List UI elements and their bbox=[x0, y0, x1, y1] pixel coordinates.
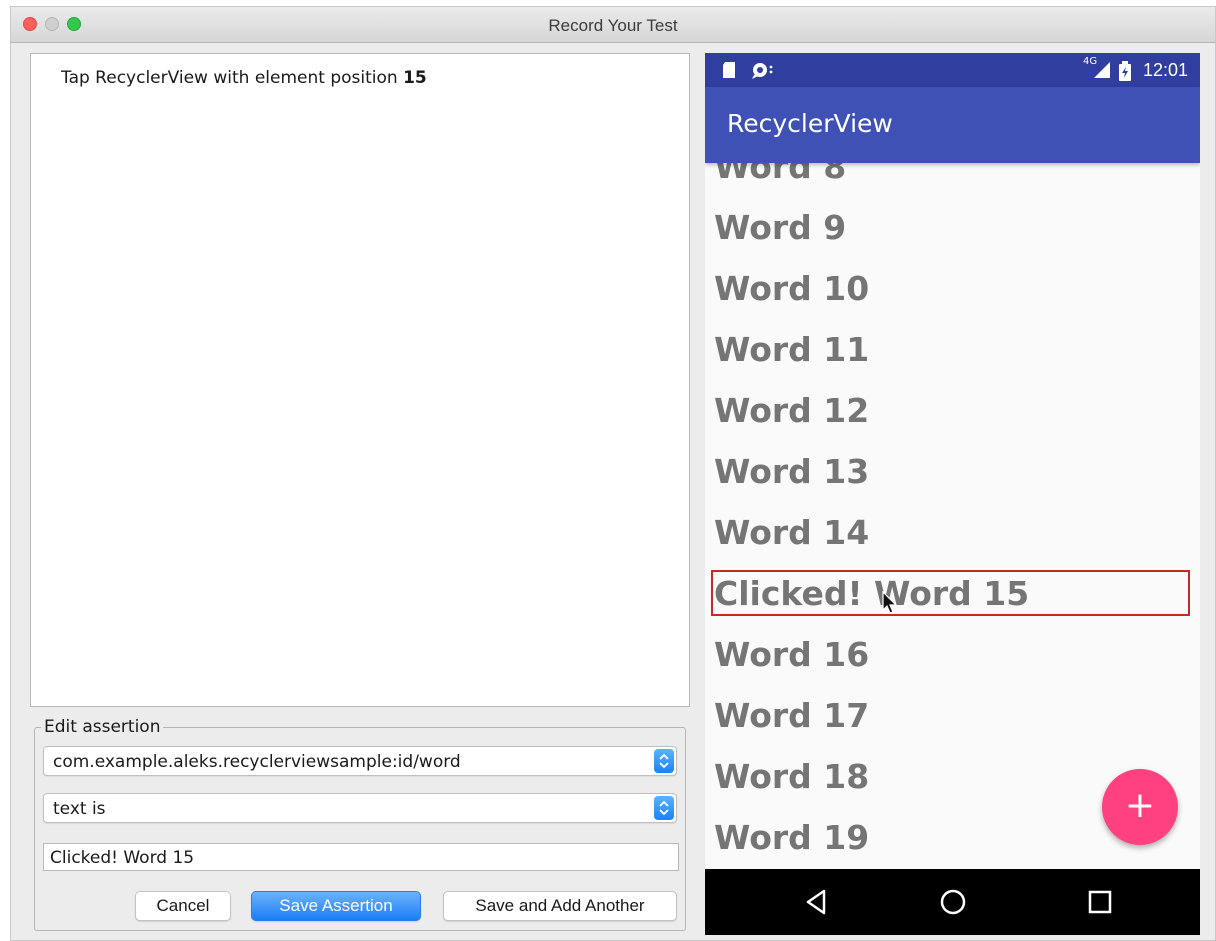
status-bar: 4G 12:01 bbox=[705, 53, 1200, 87]
mouse-pointer-icon bbox=[882, 591, 898, 614]
list-item[interactable]: Word 14 bbox=[714, 513, 869, 553]
title-bar: Record Your Test bbox=[11, 7, 1215, 43]
app-bar: RecyclerView bbox=[705, 87, 1200, 163]
battery-icon bbox=[1119, 61, 1131, 81]
assertion-value-text: Clicked! Word 15 bbox=[50, 848, 195, 868]
window-title: Record Your Test bbox=[548, 16, 678, 35]
recent-apps-icon[interactable] bbox=[1083, 885, 1117, 919]
list-item[interactable]: Word 16 bbox=[714, 635, 869, 675]
list-item[interactable]: Word 13 bbox=[714, 452, 869, 492]
save-and-add-another-button[interactable]: Save and Add Another bbox=[443, 891, 677, 921]
list-item[interactable]: Word 10 bbox=[714, 269, 869, 309]
sd-card-icon bbox=[723, 62, 735, 78]
signal-icon bbox=[1094, 62, 1110, 78]
list-item[interactable]: Word 12 bbox=[714, 391, 869, 431]
list-item[interactable]: Word 11 bbox=[714, 330, 869, 370]
condition-select-stepper-icon[interactable] bbox=[654, 796, 674, 820]
action-item-position: 15 bbox=[403, 68, 427, 88]
edit-assertion-group: Edit assertion com.example.aleks.recycle… bbox=[34, 717, 686, 931]
selected-element-highlight bbox=[711, 570, 1190, 616]
device-screen[interactable]: Word 8 Word 9 Word 10 Word 11 Word 12 Wo… bbox=[705, 53, 1200, 935]
edit-assertion-legend: Edit assertion bbox=[41, 717, 164, 737]
assertion-value-field[interactable]: Clicked! Word 15 bbox=[43, 843, 679, 871]
list-item[interactable]: Word 19 bbox=[714, 818, 869, 858]
home-icon[interactable] bbox=[936, 885, 970, 919]
element-select[interactable]: com.example.aleks.recyclerviewsample:id/… bbox=[43, 746, 677, 776]
status-time: 12:01 bbox=[1142, 60, 1188, 80]
add-fab-button[interactable]: + bbox=[1102, 769, 1178, 845]
action-item-text: Tap RecyclerView with element position bbox=[61, 68, 404, 88]
app-title: RecyclerView bbox=[727, 109, 893, 138]
element-select-value: com.example.aleks.recyclerviewsample:id/… bbox=[53, 752, 461, 772]
list-item[interactable]: Word 18 bbox=[714, 757, 869, 797]
record-test-window: Record Your Test Tap RecyclerView with e… bbox=[10, 6, 1216, 941]
recorded-actions-list[interactable]: Tap RecyclerView with element position 1… bbox=[30, 53, 690, 707]
back-icon[interactable] bbox=[799, 885, 833, 919]
cancel-button[interactable]: Cancel bbox=[135, 891, 231, 921]
action-item[interactable]: Tap RecyclerView with element position 1… bbox=[61, 68, 427, 88]
navigation-bar bbox=[705, 869, 1200, 935]
chat-notification-icon bbox=[752, 63, 773, 79]
list-item[interactable]: Word 9 bbox=[714, 208, 846, 248]
save-assertion-button[interactable]: Save Assertion bbox=[251, 891, 421, 921]
condition-select-value: text is bbox=[53, 799, 106, 819]
list-item[interactable]: Word 17 bbox=[714, 696, 869, 736]
element-select-stepper-icon[interactable] bbox=[654, 749, 674, 773]
condition-select[interactable]: text is bbox=[43, 793, 677, 823]
